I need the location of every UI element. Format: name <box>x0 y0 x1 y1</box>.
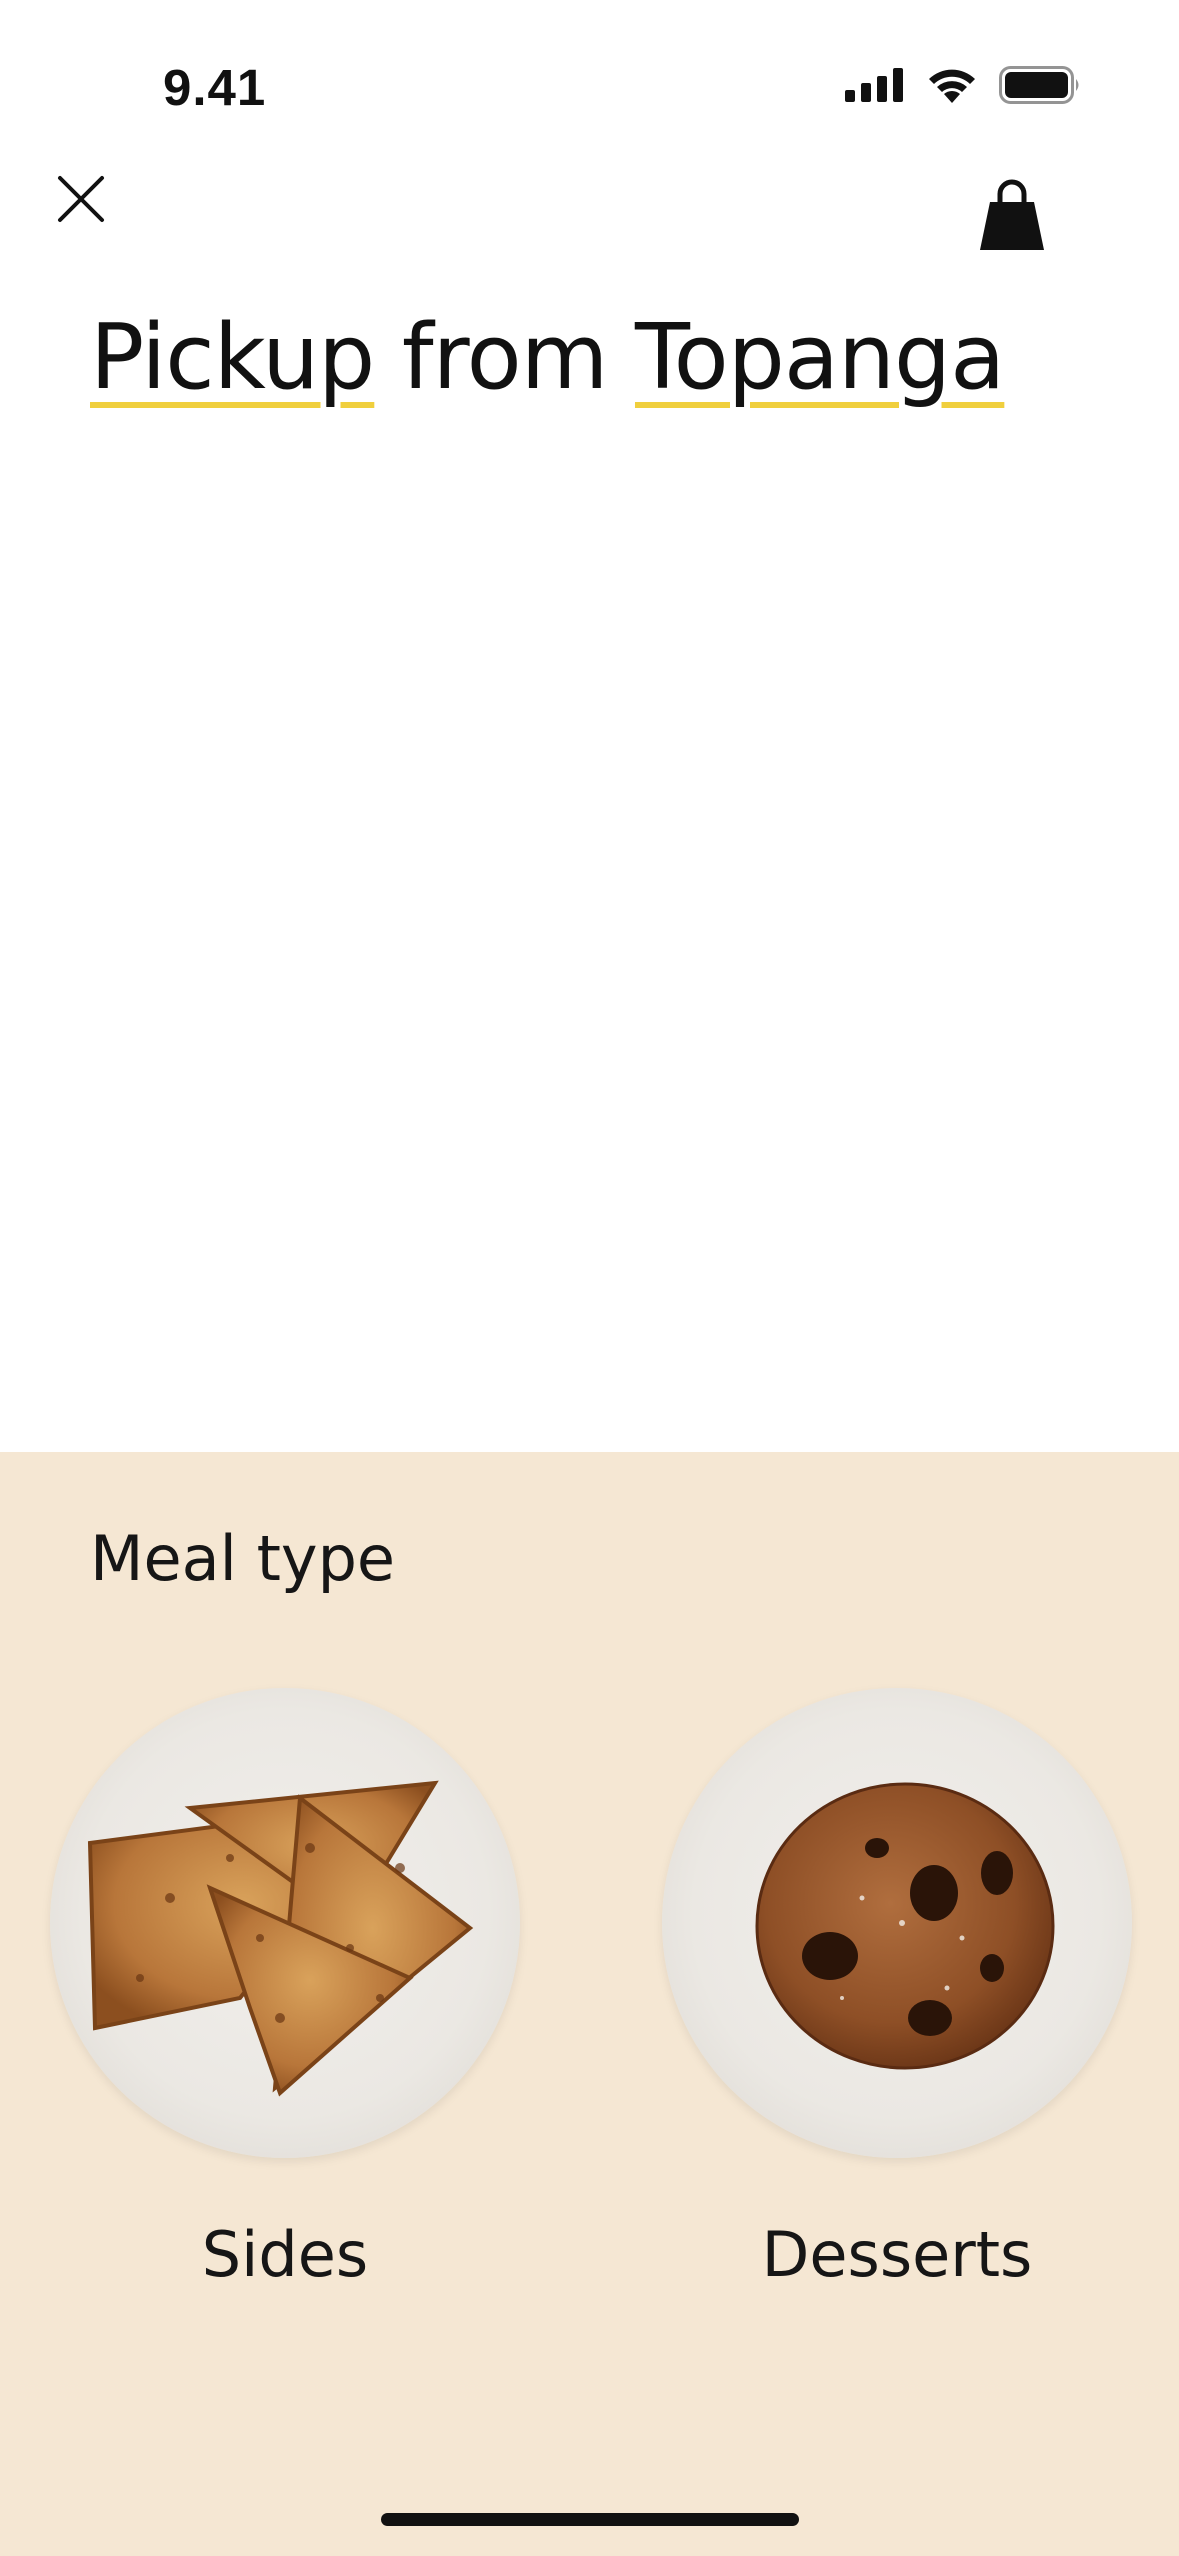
meal-card-desserts[interactable]: Desserts <box>657 1688 1137 2291</box>
home-indicator <box>381 2513 799 2526</box>
wifi-icon <box>929 69 975 103</box>
close-button[interactable] <box>52 170 110 228</box>
close-icon <box>58 176 104 222</box>
headline-connector: from <box>401 305 608 410</box>
cellular-signal-icon <box>845 68 903 102</box>
cookie-illustration <box>755 1782 1055 2070</box>
meal-card-sides[interactable]: Sides <box>45 1688 525 2291</box>
meal-type-title: Meal type <box>90 1522 396 1595</box>
sides-plate-image <box>50 1688 520 2158</box>
meal-label-sides: Sides <box>201 2218 369 2291</box>
shopping-bag-icon <box>980 179 1044 250</box>
desserts-plate-image <box>662 1688 1132 2158</box>
status-icons <box>845 66 1081 104</box>
status-time: 9.41 <box>163 59 267 116</box>
shopping-bag-button[interactable] <box>976 178 1048 252</box>
meal-label-desserts: Desserts <box>761 2218 1033 2291</box>
page-title: Pickup from Topanga <box>90 305 1005 410</box>
location-link[interactable]: Topanga <box>635 305 1005 410</box>
battery-icon <box>999 66 1079 104</box>
pita-chips-illustration <box>87 1780 474 2097</box>
status-bar: 9.41 <box>0 0 1179 170</box>
pickup-mode-link[interactable]: Pickup <box>90 305 375 410</box>
meal-type-panel: Meal type Sides Desserts <box>0 1452 1179 2556</box>
